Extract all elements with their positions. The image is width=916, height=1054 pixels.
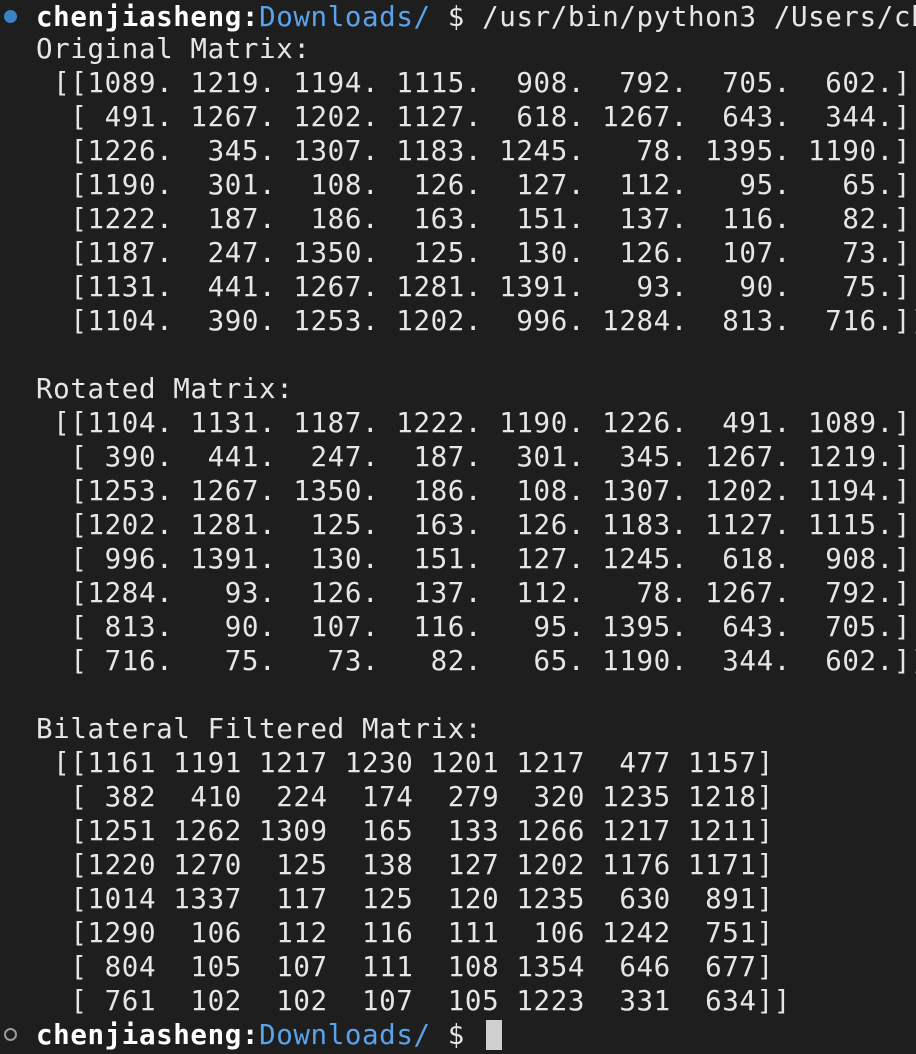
prompt-line-current[interactable]: chenjiasheng:Downloads/ $	[0, 1018, 503, 1052]
matrix-row: [ 716. 75. 73. 82. 65. 1190. 344. 602.]]	[36, 645, 916, 677]
matrix-row: [1251 1262 1309 165 133 1266 1217 1211]	[36, 815, 774, 847]
matrix-row: [1284. 93. 126. 137. 112. 78. 1267. 792.…	[36, 577, 911, 609]
matrix-row: [1014 1337 117 125 120 1235 630 891]	[36, 883, 774, 915]
prompt-line-previous: chenjiasheng:Downloads/ $ /usr/bin/pytho…	[0, 0, 916, 34]
prompt-idle-marker-icon	[4, 1028, 17, 1041]
filtered-matrix-title: Bilateral Filtered Matrix:	[36, 713, 483, 745]
matrix-row: [ 491. 1267. 1202. 1127. 618. 1267. 643.…	[36, 101, 911, 133]
matrix-row: [ 804 105 107 111 108 1354 646 677]	[36, 951, 774, 983]
matrix-row: [1104. 390. 1253. 1202. 996. 1284. 813. …	[36, 305, 916, 337]
executed-command: /usr/bin/python3 /Users/ch	[482, 1, 916, 33]
prompt-symbol: $	[430, 1019, 483, 1051]
text-cursor[interactable]	[486, 1020, 503, 1050]
matrix-row: [[1104. 1131. 1187. 1222. 1190. 1226. 49…	[36, 407, 911, 439]
matrix-row: [1131. 441. 1267. 1281. 1391. 93. 90. 75…	[36, 271, 911, 303]
matrix-row: [ 390. 441. 247. 187. 301. 345. 1267. 12…	[36, 441, 911, 473]
matrix-row: [1290 106 112 116 111 106 1242 751]	[36, 917, 774, 949]
matrix-row: [ 996. 1391. 130. 151. 127. 1245. 618. 9…	[36, 543, 911, 575]
prompt-user: chenjiasheng	[36, 1, 242, 33]
prompt-symbol: $	[430, 1, 483, 33]
prompt-directory: Downloads/	[259, 1, 431, 33]
matrix-row: [ 382 410 224 174 279 320 1235 1218]	[36, 781, 774, 813]
prompt-separator: :	[241, 1, 260, 33]
matrix-row: [1190. 301. 108. 126. 127. 112. 95. 65.]	[36, 169, 911, 201]
rotated-matrix-title: Rotated Matrix:	[36, 373, 294, 405]
matrix-row: [[1089. 1219. 1194. 1115. 908. 792. 705.…	[36, 67, 911, 99]
prompt-user: chenjiasheng	[36, 1019, 242, 1051]
command-success-marker-icon[interactable]	[4, 10, 17, 23]
prompt-separator: :	[241, 1019, 260, 1051]
matrix-row: [1226. 345. 1307. 1183. 1245. 78. 1395. …	[36, 135, 911, 167]
matrix-row: [1202. 1281. 125. 163. 126. 1183. 1127. …	[36, 509, 911, 541]
matrix-row: [1222. 187. 186. 163. 151. 137. 116. 82.…	[36, 203, 911, 235]
matrix-row: [[1161 1191 1217 1230 1201 1217 477 1157…	[36, 747, 774, 779]
original-matrix-title: Original Matrix:	[36, 33, 311, 65]
matrix-row: [1253. 1267. 1350. 186. 108. 1307. 1202.…	[36, 475, 911, 507]
matrix-row: [ 813. 90. 107. 116. 95. 1395. 643. 705.…	[36, 611, 911, 643]
terminal-window[interactable]: chenjiasheng:Downloads/ $ /usr/bin/pytho…	[0, 0, 916, 1054]
prompt-directory: Downloads/	[259, 1019, 431, 1051]
matrix-row: [1220 1270 125 138 127 1202 1176 1171]	[36, 849, 774, 881]
matrix-row: [ 761 102 102 107 105 1223 331 634]]	[36, 985, 791, 1017]
matrix-row: [1187. 247. 1350. 125. 130. 126. 107. 73…	[36, 237, 911, 269]
